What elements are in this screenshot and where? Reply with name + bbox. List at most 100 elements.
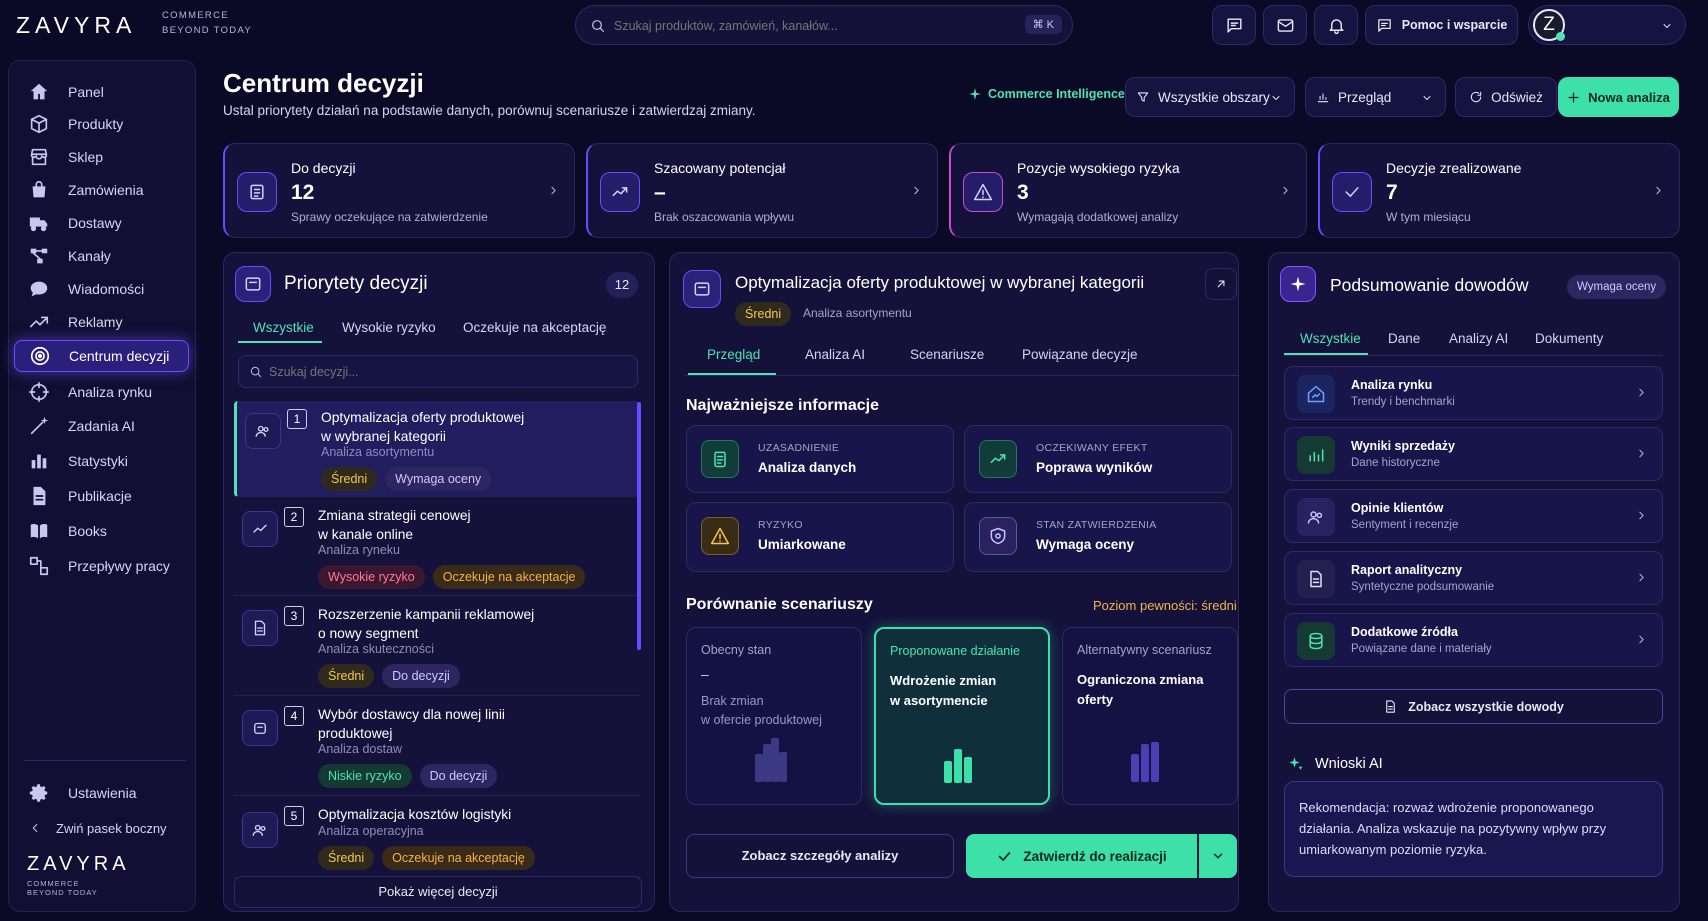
sidebar-item-11[interactable]: Zadania AI bbox=[14, 410, 189, 442]
settings-item[interactable]: Ustawienia bbox=[14, 777, 189, 809]
messages-button[interactable] bbox=[1212, 5, 1256, 45]
brand-tagline-line1: COMMERCE bbox=[162, 10, 229, 21]
help-label: Pomoc i wsparcie bbox=[1401, 18, 1508, 32]
detail-tab-4[interactable]: Powiązane decyzje bbox=[1022, 347, 1138, 362]
evidence-item-2[interactable]: Wyniki sprzedaży Dane historyczne bbox=[1284, 427, 1663, 481]
area-filter-select[interactable]: Wszystkie obszary bbox=[1125, 77, 1295, 117]
sidebar-item-14[interactable]: Books bbox=[14, 515, 189, 547]
decision-row-4[interactable]: 4 Wybór dostawcy dla nowej linii produktow… bbox=[234, 698, 640, 796]
analysis-details-button[interactable]: Zobacz szczegóły analizy bbox=[686, 834, 954, 878]
evidence-badge: Wymaga oceny bbox=[1567, 275, 1667, 299]
kpi-value: – bbox=[654, 181, 666, 204]
commerce-intelligence-link[interactable]: Commerce Intelligence bbox=[968, 87, 1125, 101]
sidebar-item-7[interactable]: Wiadomości bbox=[14, 273, 189, 305]
evidence-tab-2[interactable]: Dane bbox=[1388, 331, 1420, 346]
kpi-icon-box bbox=[237, 172, 277, 212]
kpi-card-1[interactable]: Do decyzji 12 Sprawy oczekujące na zatwier… bbox=[223, 143, 575, 238]
list-icon bbox=[250, 184, 264, 200]
show-more-decisions-button[interactable]: Pokaż więcej decyzji bbox=[234, 876, 642, 908]
evidence-title: Raport analityczny bbox=[1351, 563, 1463, 577]
decision-title-line1: Optymalizacja oferty produktowej bbox=[321, 410, 525, 425]
decision-row-5[interactable]: 5 Optymalizacja kosztów logistyki Analiza … bbox=[234, 798, 640, 878]
sidebar-item-15[interactable]: Przepływy pracy bbox=[14, 550, 189, 582]
mail-button[interactable] bbox=[1263, 5, 1307, 45]
kpi-card-3[interactable]: Pozycje wysokiego ryzyka 3 Wymagają dodatk… bbox=[949, 143, 1307, 238]
decision-row-2[interactable]: 2 Zmiana strategii cenowej w kanale online… bbox=[234, 499, 640, 596]
sidebar-item-12[interactable]: Statystyki bbox=[14, 445, 189, 477]
scenario-bar-4 bbox=[779, 752, 787, 782]
info-value: Wymaga oceny bbox=[1036, 537, 1135, 552]
scenario-card-2[interactable]: Proponowane działanie Wdrożenie zmian w as… bbox=[874, 627, 1050, 805]
sidebar-item-10[interactable]: Analiza rynku bbox=[14, 376, 189, 408]
kpi-title: Decyzje zrealizowane bbox=[1386, 160, 1522, 176]
home-icon bbox=[30, 83, 48, 100]
all-evidence-button[interactable]: Zobacz wszystkie dowody bbox=[1284, 689, 1663, 724]
priorities-tab-2[interactable]: Wysokie ryzyko bbox=[342, 320, 436, 335]
search-bar[interactable]: ⌘ K bbox=[575, 5, 1073, 45]
sidebar-item-3[interactable]: Sklep bbox=[14, 141, 189, 173]
trend-up-icon bbox=[253, 524, 267, 533]
user-menu[interactable]: Z bbox=[1528, 5, 1686, 45]
collapse-sidebar-button[interactable]: Zwiń pasek boczny bbox=[14, 812, 189, 844]
scenario-card-1[interactable]: Obecny stan – Brak zmian w ofercie produkto… bbox=[686, 627, 862, 805]
sidebar-item-5[interactable]: Dostawy bbox=[14, 207, 189, 239]
decision-search[interactable] bbox=[238, 355, 638, 388]
decision-row-3[interactable]: 3 Rozszerzenie kampanii reklamowej o nowy … bbox=[234, 598, 640, 696]
approve-options-button[interactable] bbox=[1199, 834, 1237, 878]
trend-up-icon bbox=[612, 187, 628, 197]
priorities-tab-3[interactable]: Oczekuje na akceptację bbox=[463, 320, 606, 335]
decision-tag: Średni bbox=[318, 846, 375, 870]
kpi-icon-box bbox=[963, 172, 1003, 212]
priorities-tab-1[interactable]: Wszystkie bbox=[253, 320, 314, 335]
approve-button[interactable]: Zatwierdź do realizacji bbox=[966, 834, 1197, 878]
sidebar-item-1[interactable]: Panel bbox=[14, 76, 189, 108]
detail-tab-1[interactable]: Przegląd bbox=[707, 347, 760, 362]
scenario-bar-2 bbox=[763, 744, 771, 782]
sidebar-item-2[interactable]: Produkty bbox=[14, 108, 189, 140]
evidence-item-3[interactable]: Opinie klientów Sentyment i recenzje bbox=[1284, 489, 1663, 543]
scenario-bars-graphic bbox=[944, 749, 972, 783]
evidence-item-1[interactable]: Analiza rynku Trendy i benchmarki bbox=[1284, 366, 1663, 420]
detail-tab-3[interactable]: Scenariusze bbox=[910, 347, 984, 362]
bag-icon bbox=[32, 180, 46, 198]
refresh-label: Odśwież bbox=[1491, 89, 1543, 105]
decision-tag: Oczekuje na akceptację bbox=[382, 846, 535, 870]
new-analysis-button[interactable]: Nowa analiza bbox=[1558, 77, 1679, 117]
decision-title-line1: Rozszerzenie kampanii reklamowej bbox=[318, 607, 535, 622]
evidence-tab-4[interactable]: Dokumenty bbox=[1535, 331, 1603, 346]
evidence-tab-3[interactable]: Analizy AI bbox=[1449, 331, 1508, 346]
sidebar-item-6[interactable]: Kanały bbox=[14, 240, 189, 272]
brand-logo[interactable]: ZAVYRA bbox=[16, 12, 136, 39]
evidence-item-4[interactable]: Raport analityczny Syntetyczne podsumowan… bbox=[1284, 551, 1663, 605]
open-external-button[interactable] bbox=[1205, 268, 1237, 300]
sidebar-item-9[interactable]: Centrum decyzji bbox=[14, 340, 189, 372]
decision-search-input[interactable] bbox=[269, 362, 619, 382]
sidebar-item-label: Books bbox=[68, 523, 107, 539]
scenario-card-3[interactable]: Alternatywny scenariusz Ograniczona zmian… bbox=[1062, 627, 1238, 805]
evidence-tab-1[interactable]: Wszystkie bbox=[1300, 331, 1361, 346]
sidebar-item-8[interactable]: Reklamy bbox=[14, 306, 189, 338]
kpi-card-2[interactable]: Szacowany potencjał – Brak oszacowania wpł… bbox=[586, 143, 938, 238]
evidence-icon-box bbox=[1297, 622, 1335, 660]
notifications-button[interactable] bbox=[1314, 5, 1358, 45]
help-button[interactable]: Pomoc i wsparcie bbox=[1365, 5, 1518, 45]
sidebar-item-13[interactable]: Publikacje bbox=[14, 480, 189, 512]
refresh-button[interactable]: Odśwież bbox=[1455, 77, 1557, 117]
sidebar-item-4[interactable]: Zamówienia bbox=[14, 174, 189, 206]
scrollbar-thumb[interactable] bbox=[637, 402, 641, 650]
search-input[interactable] bbox=[614, 15, 994, 37]
decision-tag: Do decyzji bbox=[419, 764, 498, 788]
warning-icon bbox=[973, 183, 993, 201]
detail-icon-box bbox=[683, 270, 721, 308]
window-icon bbox=[694, 282, 710, 296]
kpi-card-4[interactable]: Decyzje zrealizowane 7 W tym miesiącu bbox=[1318, 143, 1680, 238]
scenario-value: Ograniczona zmiana bbox=[1077, 672, 1204, 687]
detail-tab-2[interactable]: Analiza AI bbox=[805, 347, 865, 362]
decision-row-1[interactable]: 1 Optymalizacja oferty produktowej w wybra… bbox=[234, 401, 640, 497]
help-chat-icon bbox=[1377, 18, 1391, 32]
store-icon bbox=[30, 148, 48, 166]
view-select[interactable]: Przegląd bbox=[1305, 77, 1446, 117]
evidence-subtitle: Sentyment i recenzje bbox=[1351, 519, 1459, 531]
evidence-item-5[interactable]: Dodatkowe źródła Powiązane dane i materia… bbox=[1284, 613, 1663, 667]
chevron-right-icon bbox=[1656, 186, 1661, 195]
